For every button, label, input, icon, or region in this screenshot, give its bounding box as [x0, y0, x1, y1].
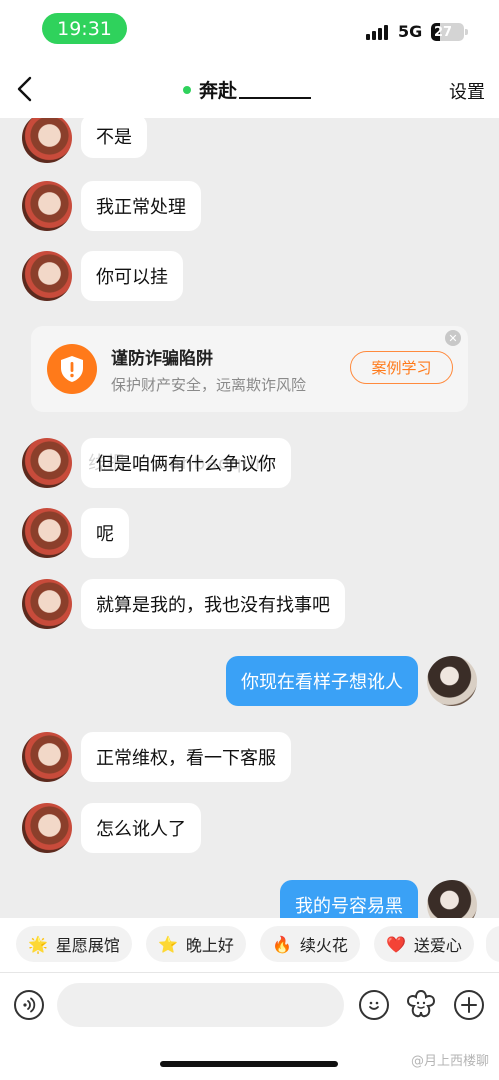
- quick-reply-chip[interactable]: ⭐ 晚上好: [146, 926, 246, 962]
- emoji-face-icon: [369, 1001, 379, 1010]
- battery-icon: 27: [431, 23, 468, 41]
- battery-level: 27: [434, 24, 453, 40]
- warning-title: 谨防诈骗陷阱: [111, 349, 213, 369]
- sleepy-star-icon: ⭐: [158, 934, 178, 954]
- watermark-text: 线报… xianbaoqun: [88, 453, 268, 474]
- chip-label: 续火花: [299, 936, 348, 955]
- message-row: 怎么讹人了: [0, 803, 499, 855]
- contact-avatar[interactable]: [22, 181, 72, 231]
- chevron-left-icon: [17, 76, 32, 102]
- status-bar: 19:31 5G 27: [0, 0, 499, 60]
- sticker-button[interactable]: [404, 987, 438, 1021]
- chip-label: 星愿展馆: [55, 936, 120, 955]
- online-status-dot: [183, 85, 191, 94]
- contact-avatar[interactable]: [22, 438, 72, 488]
- shield-alert-icon: [47, 344, 97, 394]
- message-bubble[interactable]: 正常维权，看一下客服: [81, 732, 291, 782]
- more-button[interactable]: [454, 990, 484, 1020]
- message-input[interactable]: [57, 983, 344, 1027]
- back-button[interactable]: [14, 74, 38, 104]
- close-icon[interactable]: ✕: [445, 330, 461, 346]
- quick-reply-chip[interactable]: ❤️ 送爱心: [374, 926, 474, 962]
- message-bubble[interactable]: 不是: [81, 118, 147, 158]
- voice-button[interactable]: [14, 990, 44, 1020]
- quick-reply-chip-more[interactable]: [486, 926, 499, 962]
- emoji-button[interactable]: [359, 990, 389, 1020]
- my-avatar[interactable]: [427, 880, 477, 918]
- message-bubble-outgoing[interactable]: 你现在看样子想讹人: [226, 656, 418, 706]
- message-row: 就算是我的，我也没有找事吧: [0, 579, 499, 631]
- chat-title: 奔赴: [199, 80, 238, 102]
- message-bubble[interactable]: 就算是我的，我也没有找事吧: [81, 579, 345, 629]
- chat-title-area[interactable]: 奔赴: [183, 76, 312, 103]
- chat-header: 奔赴 设置: [0, 60, 499, 118]
- watermark-credit: @月上西楼聊: [410, 1054, 489, 1069]
- quick-reply-bar: 🌟 星愿展馆 ⭐ 晚上好 🔥 续火花 ❤️ 送爱心: [0, 918, 499, 972]
- home-indicator: [160, 1061, 338, 1067]
- quick-reply-chip[interactable]: 🌟 星愿展馆: [16, 926, 132, 962]
- message-bubble[interactable]: 怎么讹人了: [81, 803, 201, 853]
- chip-label: 送爱心: [413, 936, 462, 955]
- voice-wave-icon: [23, 997, 36, 1013]
- chip-label: 晚上好: [185, 936, 234, 955]
- contact-avatar[interactable]: [22, 251, 72, 301]
- message-list[interactable]: 不是 我正常处理 你可以挂 谨防诈骗陷阱 保护财产安全，远离欺诈风险 案例学习 …: [0, 118, 499, 918]
- status-time: 19:31: [42, 13, 127, 44]
- contact-avatar[interactable]: [22, 803, 72, 853]
- heart-icon: ❤️: [386, 934, 406, 954]
- star-face-icon: 🌟: [28, 934, 48, 954]
- message-bubble-outgoing[interactable]: 我的号容易黑: [280, 880, 418, 918]
- contact-avatar[interactable]: [22, 508, 72, 558]
- message-row: 我正常处理: [0, 181, 499, 233]
- flower-sticker-icon: [406, 989, 436, 1018]
- cellular-signal-icon: [366, 24, 392, 40]
- contact-avatar[interactable]: [22, 118, 72, 163]
- message-row: 呢: [0, 508, 499, 560]
- message-row: 你可以挂: [0, 251, 499, 303]
- quick-reply-chip[interactable]: 🔥 续火花: [260, 926, 360, 962]
- case-study-button[interactable]: 案例学习: [350, 351, 453, 384]
- input-bar: @月上西楼聊: [0, 972, 499, 1080]
- message-row: 不是: [0, 118, 499, 165]
- fire-icon: 🔥: [272, 934, 292, 954]
- message-row: 我的号容易黑: [0, 880, 499, 918]
- message-bubble[interactable]: 你可以挂: [81, 251, 183, 301]
- name-redaction: [239, 81, 312, 99]
- warning-subtitle: 保护财产安全，远离欺诈风险: [111, 376, 307, 394]
- message-bubble[interactable]: 我正常处理: [81, 181, 201, 231]
- contact-avatar[interactable]: [22, 579, 72, 629]
- fraud-warning-card: 谨防诈骗陷阱 保护财产安全，远离欺诈风险 案例学习 ✕: [31, 326, 468, 412]
- my-avatar[interactable]: [427, 656, 477, 706]
- plus-icon: [461, 997, 477, 1013]
- settings-button[interactable]: 设置: [449, 78, 485, 104]
- message-bubble[interactable]: 呢: [81, 508, 129, 558]
- network-type: 5G: [398, 22, 423, 41]
- message-row: 正常维权，看一下客服: [0, 732, 499, 784]
- contact-avatar[interactable]: [22, 732, 72, 782]
- message-row: 你现在看样子想讹人: [0, 656, 499, 708]
